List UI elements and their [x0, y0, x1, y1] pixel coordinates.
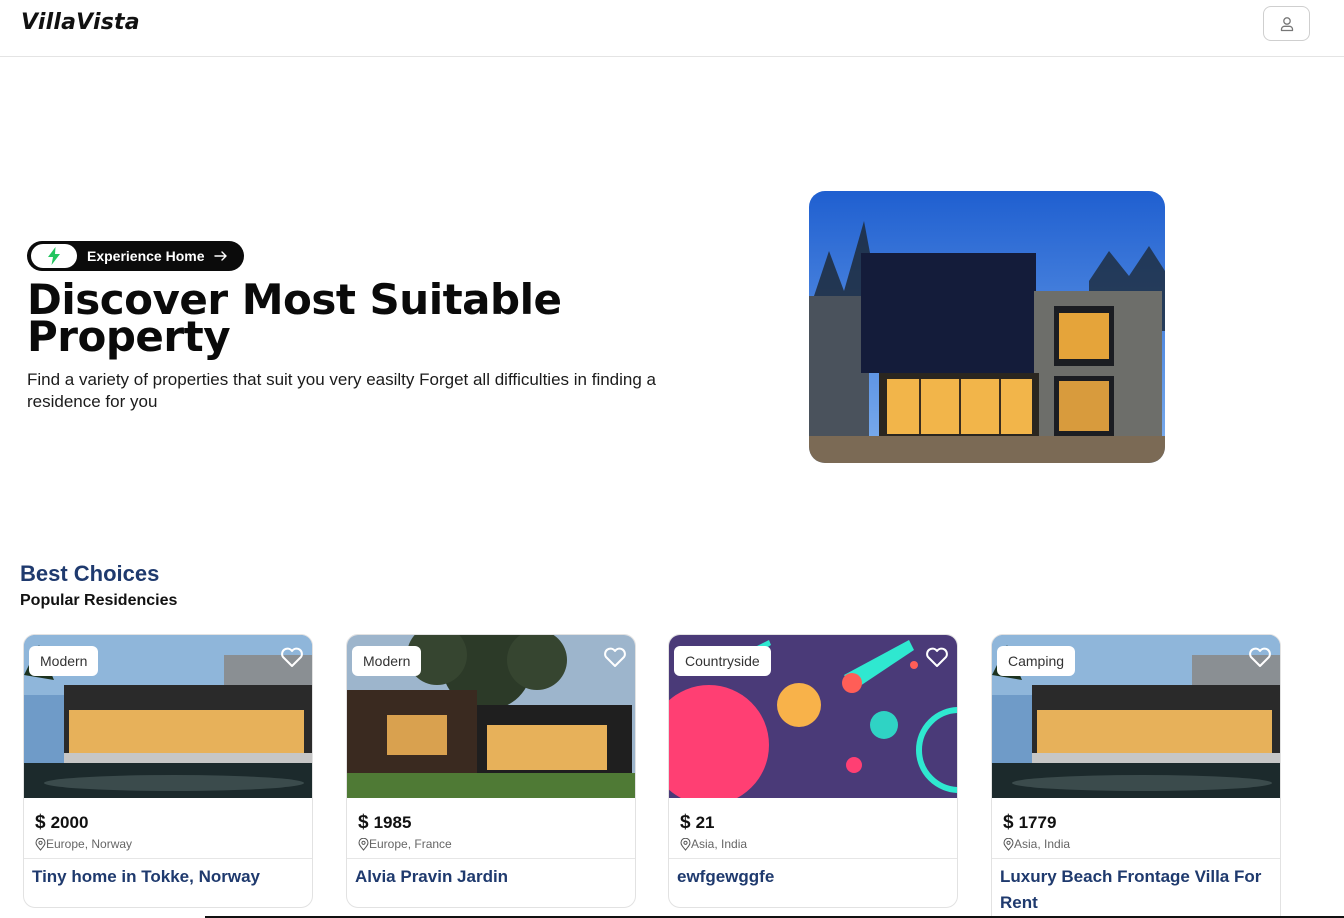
heart-icon[interactable]: [603, 646, 627, 668]
section-title: Best Choices: [20, 561, 160, 586]
user-icon: [1280, 16, 1293, 31]
dollar-icon: $: [35, 812, 46, 833]
price-value: 1985: [373, 813, 412, 832]
category-tag: Countryside: [674, 646, 771, 676]
location-text: Europe, Norway: [46, 837, 133, 851]
property-price: $ 1779: [1003, 812, 1056, 834]
location-text: Asia, India: [1014, 837, 1071, 851]
property-image: Countryside: [669, 635, 957, 798]
user-account-button[interactable]: [1263, 6, 1310, 41]
section-subtitle: Popular Residencies: [20, 592, 178, 609]
property-image: Modern: [347, 635, 635, 798]
category-tag: Modern: [352, 646, 422, 676]
hero-title: Discover Most Suitable Property: [27, 279, 647, 358]
price-value: 21: [695, 813, 715, 832]
top-navbar: VillaVista: [0, 0, 1344, 57]
price-value: 2000: [50, 813, 89, 832]
card-divider: [347, 858, 635, 859]
experience-home-button[interactable]: Experience Home: [27, 241, 244, 271]
property-name[interactable]: Tiny home in Tokke, Norway: [32, 864, 302, 890]
property-price: $ 2000: [35, 812, 88, 834]
location-text: Asia, India: [691, 837, 748, 851]
property-price: $ 21: [680, 812, 715, 834]
property-location: Asia, India: [680, 837, 747, 851]
property-image: Modern: [24, 635, 312, 798]
location-pin-icon: [35, 837, 46, 851]
logo[interactable]: VillaVista: [21, 10, 140, 35]
property-card[interactable]: Modern $ 1985 Europe, France Alvia Pravi…: [346, 634, 636, 908]
property-location: Europe, France: [358, 837, 452, 851]
card-divider: [992, 858, 1280, 859]
lightning-icon: [48, 247, 60, 265]
category-tag: Camping: [997, 646, 1076, 676]
arrow-right-icon: [213, 250, 228, 262]
card-divider: [669, 858, 957, 859]
dollar-icon: $: [680, 812, 691, 833]
location-pin-icon: [1003, 837, 1014, 851]
heart-icon[interactable]: [1248, 646, 1272, 668]
heart-icon[interactable]: [280, 646, 304, 668]
location-text: Europe, France: [369, 837, 452, 851]
property-name[interactable]: Alvia Pravin Jardin: [355, 864, 625, 890]
location-pin-icon: [680, 837, 691, 851]
lightning-badge: [31, 244, 77, 268]
property-card[interactable]: Camping $ 1779 Asia, India Luxury Beach …: [991, 634, 1281, 918]
property-card[interactable]: Countryside $ 21 Asia, India ewfgewggfe: [668, 634, 958, 908]
dollar-icon: $: [1003, 812, 1014, 833]
property-card[interactable]: Modern $ 2000 Europe, Norway Tiny home i…: [23, 634, 313, 908]
property-price: $ 1985: [358, 812, 411, 834]
hero-house-image: [809, 191, 1165, 463]
property-name[interactable]: ewfgewggfe: [677, 864, 947, 890]
property-location: Asia, India: [1003, 837, 1070, 851]
pill-label: Experience Home: [87, 248, 205, 264]
heart-icon[interactable]: [925, 646, 949, 668]
category-tag: Modern: [29, 646, 99, 676]
property-image: Camping: [992, 635, 1280, 798]
price-value: 1779: [1018, 813, 1057, 832]
dollar-icon: $: [358, 812, 369, 833]
location-pin-icon: [358, 837, 369, 851]
property-location: Europe, Norway: [35, 837, 132, 851]
property-name[interactable]: Luxury Beach Frontage Villa For Rent: [1000, 864, 1270, 916]
card-divider: [24, 858, 312, 859]
hero-description: Find a variety of properties that suit y…: [27, 370, 656, 411]
